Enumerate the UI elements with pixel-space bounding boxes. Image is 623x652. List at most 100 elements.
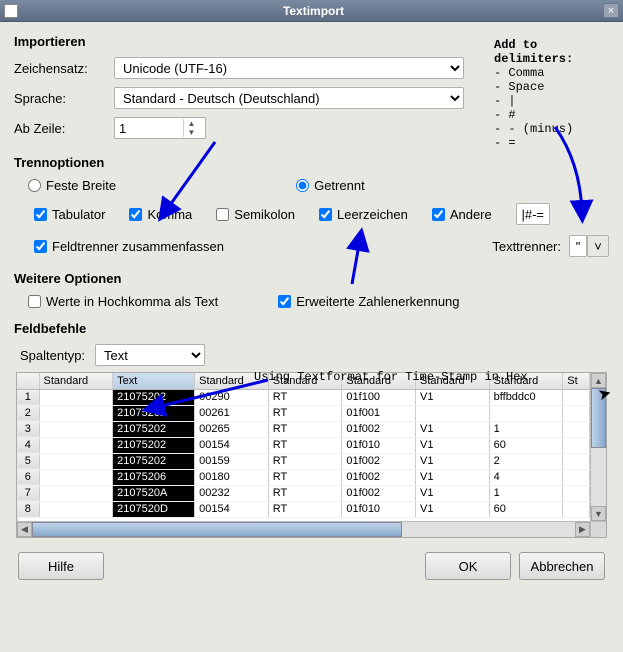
row-header[interactable]: 5 [17,453,39,469]
table-cell[interactable] [39,485,113,501]
table-cell[interactable]: RT [268,421,342,437]
coltype-select[interactable]: Text [95,344,205,366]
table-cell[interactable]: 01f002 [342,485,416,501]
check-space[interactable]: Leerzeichen [319,207,408,222]
table-cell[interactable]: 21075202 [113,437,195,453]
table-cell[interactable] [39,469,113,485]
table-cell[interactable]: V1 [416,421,490,437]
table-cell[interactable]: 00154 [195,501,269,517]
table-cell[interactable]: 4 [489,469,563,485]
table-cell[interactable]: 00290 [195,389,269,405]
table-cell[interactable]: 01f001 [342,405,416,421]
cancel-button[interactable]: Abbrechen [519,552,605,580]
ok-button[interactable]: OK [425,552,511,580]
table-cell[interactable] [39,389,113,405]
row-header[interactable]: 2 [17,405,39,421]
table-cell[interactable]: 01f002 [342,453,416,469]
table-cell[interactable]: 2 [489,453,563,469]
check-semicolon[interactable]: Semikolon [216,207,295,222]
table-cell[interactable]: 00154 [195,437,269,453]
table-cell[interactable]: V1 [416,453,490,469]
column-header[interactable]: Standard [268,373,342,389]
help-button[interactable]: Hilfe [18,552,104,580]
table-cell[interactable]: 01f002 [342,469,416,485]
row-header[interactable]: 8 [17,501,39,517]
scroll-right-icon[interactable]: ▶ [575,522,590,537]
table-cell[interactable] [563,405,590,421]
table-cell[interactable]: V1 [416,501,490,517]
table-cell[interactable] [563,437,590,453]
table-cell[interactable]: 21075206 [113,469,195,485]
horizontal-scrollbar[interactable]: ◀ ▶ [17,521,606,537]
table-cell[interactable]: RT [268,405,342,421]
table-cell[interactable]: 2107520A [113,485,195,501]
table-cell[interactable]: 21075202 [113,421,195,437]
table-cell[interactable]: RT [268,469,342,485]
scroll-left-icon[interactable]: ◀ [17,522,32,537]
table-cell[interactable]: 00232 [195,485,269,501]
row-header[interactable]: 7 [17,485,39,501]
table-cell[interactable]: 21075202 [113,453,195,469]
spinner-up-icon[interactable]: ▲ [184,119,199,128]
check-tab[interactable]: Tabulator [34,207,105,222]
row-header[interactable]: 3 [17,421,39,437]
textdelim-input[interactable] [569,235,587,257]
table-cell[interactable]: 00265 [195,421,269,437]
charset-select[interactable]: Unicode (UTF-16) [114,57,464,79]
table-cell[interactable] [39,453,113,469]
column-header[interactable]: St [563,373,590,389]
table-cell[interactable]: RT [268,453,342,469]
table-cell[interactable] [39,501,113,517]
row-header[interactable]: 6 [17,469,39,485]
table-cell[interactable] [39,437,113,453]
scroll-down-icon[interactable]: ▼ [591,506,606,521]
table-cell[interactable] [416,405,490,421]
table-cell[interactable]: V1 [416,437,490,453]
table-cell[interactable] [39,421,113,437]
row-header[interactable]: 4 [17,437,39,453]
column-header[interactable]: Text [113,373,195,389]
column-header[interactable]: Standard [342,373,416,389]
table-cell[interactable]: RT [268,437,342,453]
radio-separated[interactable]: Getrennt [296,178,365,193]
table-cell[interactable]: RT [268,485,342,501]
other-delim-input[interactable] [516,203,550,225]
table-cell[interactable]: RT [268,389,342,405]
close-icon[interactable]: × [603,3,619,18]
table-cell[interactable]: bffbddc0 [489,389,563,405]
table-cell[interactable]: 1 [489,485,563,501]
column-header[interactable]: Standard [416,373,490,389]
table-cell[interactable] [563,469,590,485]
radio-fixed[interactable]: Feste Breite [28,178,116,193]
row-header[interactable]: 1 [17,389,39,405]
table-cell[interactable]: 01f002 [342,421,416,437]
check-quoted[interactable]: Werte in Hochkomma als Text [28,294,218,309]
table-cell[interactable] [489,405,563,421]
check-other[interactable]: Andere [432,207,492,222]
preview-table[interactable]: StandardTextStandardStandardStandardStan… [16,372,607,538]
table-cell[interactable]: 1 [489,421,563,437]
check-merge[interactable]: Feldtrenner zusammenfassen [34,239,224,254]
hscroll-thumb[interactable] [32,522,402,537]
textdelim-dropdown-icon[interactable]: ˅ [587,235,609,257]
table-cell[interactable]: 01f010 [342,437,416,453]
table-cell[interactable] [563,501,590,517]
table-cell[interactable] [563,485,590,501]
language-select[interactable]: Standard - Deutsch (Deutschland) [114,87,464,109]
column-header[interactable]: Standard [195,373,269,389]
table-cell[interactable]: 00180 [195,469,269,485]
spinner-down-icon[interactable]: ▼ [184,128,199,137]
table-cell[interactable] [39,405,113,421]
fromrow-spinner[interactable]: ▲ ▼ [114,117,206,139]
table-cell[interactable]: 01f100 [342,389,416,405]
table-cell[interactable]: V1 [416,389,490,405]
table-cell[interactable]: RT [268,501,342,517]
table-cell[interactable]: 01f010 [342,501,416,517]
table-cell[interactable]: 00159 [195,453,269,469]
table-cell[interactable]: V1 [416,469,490,485]
table-cell[interactable] [563,389,590,405]
table-cell[interactable]: 21075202 [113,405,195,421]
column-header[interactable]: Standard [489,373,563,389]
table-cell[interactable]: 60 [489,501,563,517]
column-header[interactable]: Standard [39,373,113,389]
